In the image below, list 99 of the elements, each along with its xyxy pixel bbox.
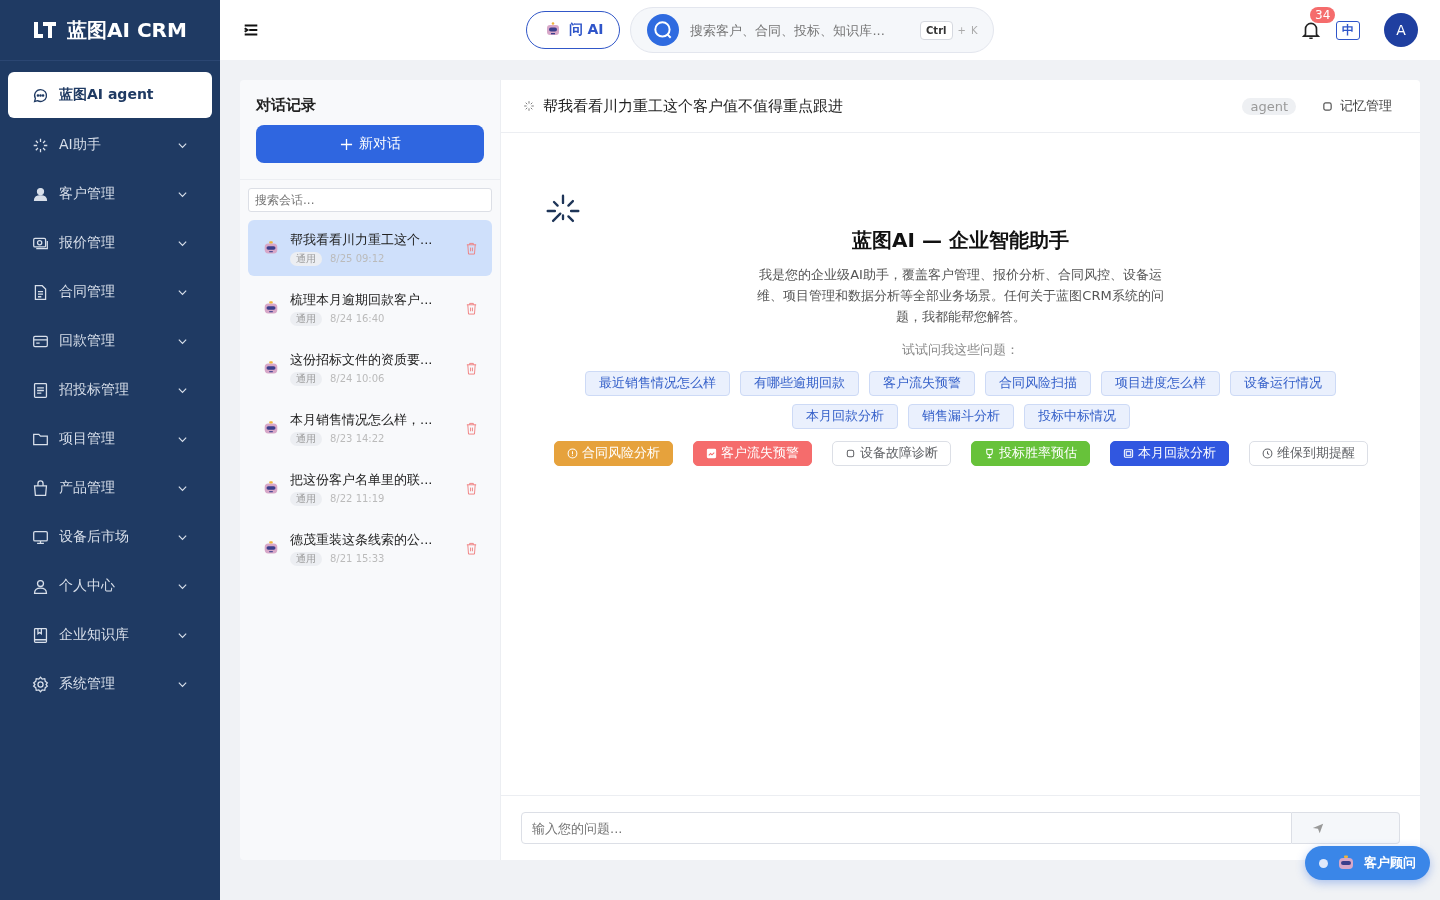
language-button[interactable]: 中 — [1336, 20, 1360, 40]
sidebar-item[interactable]: 个人中心 — [8, 564, 212, 608]
search-icon — [647, 14, 680, 46]
suggestion-chip[interactable]: 最近销售情况怎么样 — [585, 371, 730, 396]
delete-icon[interactable] — [465, 481, 478, 495]
trophy-icon — [983, 448, 995, 459]
plus-icon — [339, 137, 353, 151]
brand-name: 蓝图AI CRM — [67, 16, 187, 44]
delete-icon[interactable] — [465, 421, 478, 435]
delete-icon[interactable] — [465, 241, 478, 255]
suggestion-chip[interactable]: 合同风险扫描 — [985, 371, 1091, 396]
sidebar-item[interactable]: 招投标管理 — [8, 368, 212, 412]
image-icon — [1122, 448, 1134, 459]
chat-icon — [32, 86, 49, 104]
delete-icon[interactable] — [465, 301, 478, 315]
chip-icon — [844, 448, 856, 459]
sparkle-icon — [32, 136, 49, 154]
mode-tag: agent — [1242, 97, 1296, 115]
conversation-item[interactable]: 把这份客户名单里的联... 通用 8/22 11:19 — [248, 460, 492, 516]
info-icon — [566, 448, 578, 459]
conversation-title: 这份招标文件的资质要... — [290, 350, 434, 369]
conversation-item[interactable]: 这份招标文件的资质要... 通用 8/24 10:06 — [248, 340, 492, 396]
user-icon — [32, 185, 49, 203]
ask-ai-button[interactable]: 问 AI — [525, 11, 621, 49]
book-icon — [32, 626, 49, 644]
sparkle-icon — [523, 100, 535, 112]
welcome-text: 我是您的企业级AI助手，覆盖客户管理、报价分析、合同风控、设备运维、项目管理和数据分析等全部业务场景。任何关于蓝图CRM系统的问题，我都能帮您解答。 — [756, 266, 1165, 326]
conversation-time: 8/25 09:12 — [330, 253, 385, 264]
plus-sign: K — [970, 24, 978, 36]
conversation-title: 梳理本月逾期回款客户... — [290, 290, 434, 309]
chart-icon — [705, 448, 717, 459]
conversation-time: 8/24 16:40 — [330, 313, 385, 324]
sidebar-item[interactable]: 合同管理 — [8, 270, 212, 314]
welcome-heading: 蓝图AI — 企业智能助手 — [852, 227, 1069, 254]
send-button[interactable] — [1292, 812, 1400, 844]
status-dot — [1319, 858, 1328, 868]
suggestion-chip[interactable]: 有哪些逾期回款 — [740, 371, 859, 396]
monitor-icon — [32, 528, 49, 546]
chat-title: 帮我看看川力重工这个客户值不值得重点跟进 — [543, 96, 844, 116]
conversation-item[interactable]: 本月销售情况怎么样，... 通用 8/23 14:22 — [248, 400, 492, 456]
conversation-time: 8/22 11:19 — [330, 493, 385, 504]
conversation-title: 德茂重装这条线索的公... — [290, 530, 434, 549]
delete-icon[interactable] — [465, 541, 478, 555]
chip-icon — [1322, 100, 1333, 112]
conversation-item[interactable]: 梳理本月逾期回款客户... 通用 8/24 16:40 — [248, 280, 492, 336]
conversation-title: 本月销售情况怎么样，... — [290, 410, 434, 429]
suggestion-chip[interactable]: 项目进度怎么样 — [1101, 371, 1220, 396]
key-hint: Ctrl — [920, 20, 953, 40]
sidebar-item[interactable]: 设备后市场 — [8, 515, 212, 559]
category-tag: 通用 — [290, 371, 322, 386]
suggestion-chip[interactable]: 投标中标情况 — [1023, 404, 1130, 429]
sidebar-item[interactable]: 企业知识库 — [8, 613, 212, 657]
conversation-time: 8/23 14:22 — [330, 433, 385, 444]
sidebar-item[interactable]: 系统管理 — [8, 662, 212, 706]
suggestion-chip[interactable]: 销售漏斗分析 — [907, 404, 1014, 429]
user-icon — [32, 577, 49, 595]
quick-action-button[interactable]: 本月回款分析 — [1109, 441, 1229, 466]
quick-action-button[interactable]: 设备故障诊断 — [831, 441, 951, 466]
question-input-field[interactable]: 输入您的问题... — [521, 812, 1292, 844]
conversation-time: 8/24 10:06 — [330, 373, 385, 384]
advisor-button[interactable]: 客户顾问 — [1305, 846, 1430, 880]
settings-icon — [32, 675, 49, 693]
plus-sign: + — [957, 24, 966, 36]
category-tag: 通用 — [290, 431, 322, 446]
suggestion-chip[interactable]: 本月回款分析 — [791, 404, 898, 429]
sidebar-item[interactable]: 客户管理 — [8, 172, 212, 216]
send-icon — [1312, 822, 1324, 834]
bag-icon — [32, 479, 49, 497]
prompt-label: 试试问我这些问题： — [902, 341, 1019, 359]
notification-count: 34 — [1310, 7, 1336, 23]
sidebar-item[interactable]: AI助手 — [8, 123, 212, 167]
conversation-item[interactable]: 帮我看看川力重工这个... 通用 8/25 09:12 — [248, 220, 492, 276]
sidebar-item[interactable]: 回款管理 — [8, 319, 212, 363]
delete-icon[interactable] — [465, 361, 478, 375]
new-chat-button[interactable]: 新对话 — [256, 125, 484, 163]
memory-button[interactable]: 记忆管理 — [1316, 96, 1398, 116]
category-tag: 通用 — [290, 251, 322, 266]
list-icon — [32, 381, 49, 399]
conversation-item[interactable]: 德茂重装这条线索的公... 通用 8/21 15:33 — [248, 520, 492, 576]
conversation-time: 8/21 15:33 — [330, 553, 385, 564]
quick-action-button[interactable]: 维保到期提醒 — [1248, 441, 1368, 466]
category-tag: 通用 — [290, 551, 322, 566]
search-input-field[interactable]: 搜索客户、合同、投标、知识库... — [688, 21, 915, 39]
sidebar-item[interactable]: 蓝图AI agent — [8, 72, 212, 118]
sidebar-item[interactable]: 产品管理 — [8, 466, 212, 510]
conversation-title: 把这份客户名单里的联... — [290, 470, 434, 489]
suggestion-chip[interactable]: 客户流失预警 — [869, 371, 975, 396]
logo-icon — [33, 20, 58, 40]
panel-title: 对话记录 — [255, 95, 317, 116]
avatar[interactable]: A — [1384, 13, 1418, 47]
sidebar-item[interactable]: 报价管理 — [8, 221, 212, 265]
category-tag: 通用 — [290, 311, 322, 326]
clock-icon — [1261, 448, 1273, 459]
conversation-search-field[interactable]: 搜索会话... — [248, 188, 492, 212]
document-icon — [32, 283, 49, 301]
suggestion-chip[interactable]: 设备运行情况 — [1230, 371, 1336, 396]
category-tag: 通用 — [290, 491, 322, 506]
conversation-title: 帮我看看川力重工这个... — [290, 230, 434, 249]
sidebar-item[interactable]: 项目管理 — [8, 417, 212, 461]
